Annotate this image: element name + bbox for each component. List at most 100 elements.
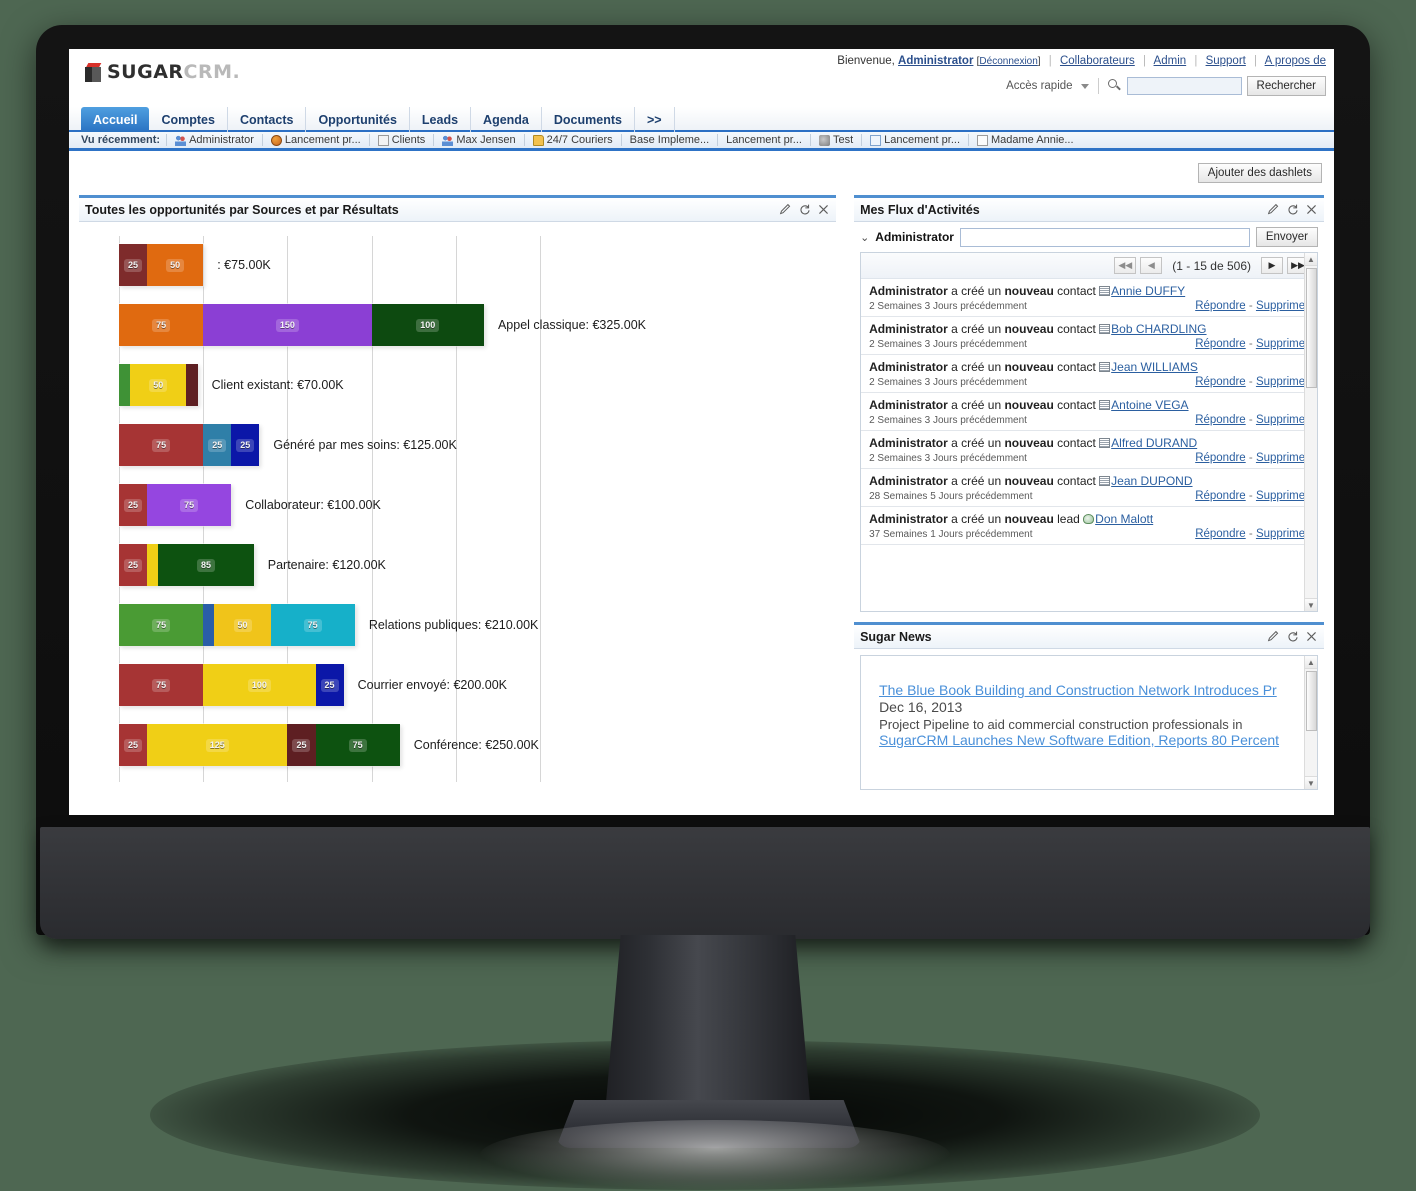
tab-comptes[interactable]: Comptes xyxy=(149,107,228,132)
chart-bar[interactable]: 25 50 xyxy=(117,243,205,287)
chart-bar-segment[interactable]: 50 xyxy=(130,364,187,406)
feed-delete-link[interactable]: Supprimer xyxy=(1256,490,1309,502)
chevron-down-icon[interactable] xyxy=(1080,83,1089,89)
chevron-down-icon[interactable]: ⌄ xyxy=(860,231,869,244)
chart-bar-segment[interactable]: 150 xyxy=(203,304,372,346)
refresh-icon[interactable] xyxy=(1286,630,1299,643)
header-link-apropos[interactable]: A propos de xyxy=(1265,55,1326,67)
chart-bar-segment[interactable]: 25 xyxy=(119,724,148,766)
feed-delete-link[interactable]: Supprimer xyxy=(1256,376,1309,388)
feed-reply-link[interactable]: Répondre xyxy=(1195,452,1246,464)
feed-send-button[interactable]: Envoyer xyxy=(1255,227,1318,247)
chart-bar[interactable]: 75 25 25 xyxy=(117,423,261,467)
refresh-icon[interactable] xyxy=(1286,203,1299,216)
chart-bar-segment[interactable]: 75 xyxy=(147,484,232,526)
tab-leads[interactable]: Leads xyxy=(410,107,472,132)
tab-opportunites[interactable]: Opportunités xyxy=(306,107,410,132)
chart-bar-segment[interactable]: 50 xyxy=(214,604,271,646)
feed-first-page-button[interactable]: ◀◀ xyxy=(1114,257,1137,274)
logout-link[interactable]: Déconnexion xyxy=(979,56,1037,67)
chart-bar-segment[interactable]: 25 xyxy=(287,724,316,766)
chart-bar-segment[interactable]: 25 xyxy=(119,484,148,526)
chart-bar-segment[interactable]: 25 xyxy=(231,424,260,466)
feed-delete-link[interactable]: Supprimer xyxy=(1256,338,1309,350)
recent-item-max-jensen[interactable]: Max Jensen xyxy=(433,134,523,146)
feed-scroll-thumb[interactable] xyxy=(1306,268,1317,388)
feed-target-link[interactable]: Jean WILLIAMS xyxy=(1111,360,1198,374)
add-dashlets-button[interactable]: Ajouter des dashlets xyxy=(1197,163,1322,183)
chart-bar-segment[interactable]: 75 xyxy=(119,424,204,466)
close-icon[interactable] xyxy=(1305,630,1318,643)
feed-target-link[interactable]: Alfred DURAND xyxy=(1111,436,1197,450)
chart-bar-segment[interactable]: 125 xyxy=(147,724,288,766)
feed-compose-input[interactable] xyxy=(959,227,1250,247)
feed-scrollbar[interactable]: ▲ ▼ xyxy=(1304,253,1317,611)
quick-access-label[interactable]: Accès rapide xyxy=(1006,80,1072,92)
current-user-link[interactable]: Administrator xyxy=(898,55,973,67)
chart-bar-segment[interactable]: 25 xyxy=(119,244,148,286)
news-scrollbar[interactable]: ▲ ▼ xyxy=(1304,656,1317,789)
news-scroll-thumb[interactable] xyxy=(1306,671,1317,731)
sugarcrm-logo[interactable]: SUGAR CRM. xyxy=(85,61,240,83)
chart-bar-segment[interactable]: 75 xyxy=(119,604,204,646)
edit-icon[interactable] xyxy=(1267,203,1280,216)
feed-target-link[interactable]: Antoine VEGA xyxy=(1111,398,1188,412)
search-button[interactable]: Rechercher xyxy=(1246,76,1326,96)
chart-bar[interactable]: 75 150 100 xyxy=(118,303,485,347)
header-link-collaborateurs[interactable]: Collaborateurs xyxy=(1060,55,1135,67)
chart-bar-segment[interactable]: 75 xyxy=(315,724,400,766)
tab-more[interactable]: >> xyxy=(635,107,675,132)
recent-item-madame-annie[interactable]: Madame Annie... xyxy=(968,134,1082,146)
feed-reply-link[interactable]: Répondre xyxy=(1195,528,1246,540)
chart-bar-segment[interactable] xyxy=(119,364,131,406)
refresh-icon[interactable] xyxy=(798,203,811,216)
feed-prev-page-button[interactable]: ◀ xyxy=(1140,257,1163,274)
recent-item-lancement-1[interactable]: Lancement pr... xyxy=(261,134,369,146)
header-link-admin[interactable]: Admin xyxy=(1154,55,1187,67)
close-icon[interactable] xyxy=(1305,203,1318,216)
recent-item-clients[interactable]: Clients xyxy=(368,134,434,146)
close-icon[interactable] xyxy=(817,203,830,216)
recent-item-base-impleme[interactable]: Base Impleme... xyxy=(620,134,717,146)
feed-reply-link[interactable]: Répondre xyxy=(1195,414,1246,426)
feed-reply-link[interactable]: Répondre xyxy=(1195,300,1246,312)
chart-bar[interactable]: 75 50 75 xyxy=(118,603,356,647)
scroll-down-icon[interactable]: ▼ xyxy=(1305,776,1317,789)
scroll-up-icon[interactable]: ▲ xyxy=(1305,656,1317,669)
chart-bar-segment[interactable]: 25 xyxy=(315,664,344,706)
recent-item-lancement-2[interactable]: Lancement pr... xyxy=(717,134,810,146)
feed-target-link[interactable]: Bob CHARDLING xyxy=(1111,322,1206,336)
chart-bar-segment[interactable]: 100 xyxy=(203,664,316,706)
chart-bar[interactable]: 25 125 25 75 xyxy=(118,723,401,767)
tab-accueil[interactable]: Accueil xyxy=(81,107,150,132)
chart-bar-segment[interactable]: 100 xyxy=(371,304,484,346)
chart-bar-segment[interactable]: 25 xyxy=(203,424,232,466)
feed-reply-link[interactable]: Répondre xyxy=(1195,338,1246,350)
edit-icon[interactable] xyxy=(1267,630,1280,643)
feed-reply-link[interactable]: Répondre xyxy=(1195,490,1246,502)
edit-icon[interactable] xyxy=(779,203,792,216)
chart-bar-segment[interactable]: 25 xyxy=(119,544,148,586)
scroll-up-icon[interactable]: ▲ xyxy=(1305,253,1317,266)
scroll-down-icon[interactable]: ▼ xyxy=(1305,598,1317,611)
chart-bar-segment[interactable]: 75 xyxy=(119,304,204,346)
feed-delete-link[interactable]: Supprimer xyxy=(1256,528,1309,540)
feed-next-page-button[interactable]: ▶ xyxy=(1261,257,1283,274)
chart-bar-segment[interactable]: 75 xyxy=(119,664,204,706)
tab-contacts[interactable]: Contacts xyxy=(228,107,307,132)
chart-bar[interactable]: 50 xyxy=(118,363,199,407)
chart-bar[interactable]: 25 75 xyxy=(117,483,233,527)
feed-delete-link[interactable]: Supprimer xyxy=(1256,452,1309,464)
chart-bar-segment[interactable]: 85 xyxy=(158,544,254,586)
recent-item-test[interactable]: Test xyxy=(809,134,861,146)
recent-item-lancement-3[interactable]: Lancement pr... xyxy=(861,134,968,146)
chart-bar-segment[interactable] xyxy=(186,364,198,406)
chart-bar[interactable]: 75 100 25 xyxy=(118,663,345,707)
recent-item-couriers[interactable]: 24/7 Couriers xyxy=(523,134,621,146)
chart-bar[interactable]: 25 85 xyxy=(118,543,255,587)
feed-delete-link[interactable]: Supprimer xyxy=(1256,414,1309,426)
news-headline-link-2[interactable]: SugarCRM Launches New Software Edition, … xyxy=(879,732,1299,748)
feed-delete-link[interactable]: Supprimer xyxy=(1256,300,1309,312)
recent-item-administrator[interactable]: Administrator xyxy=(166,134,262,146)
feed-reply-link[interactable]: Répondre xyxy=(1195,376,1246,388)
